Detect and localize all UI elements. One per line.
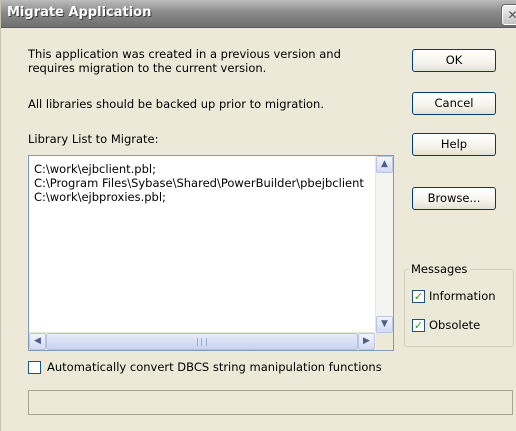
scroll-corner [376,333,393,350]
scroll-grip-icon [197,338,207,346]
intro-text-line-2: requires migration to the current versio… [28,61,267,75]
title-bar[interactable]: Migrate Application ✕ [1,0,516,28]
library-list-label: Library List to Migrate: [28,132,159,146]
ok-button[interactable]: OK [412,49,496,72]
scroll-down-icon[interactable]: ▼ [376,316,393,333]
messages-groupbox [404,269,514,347]
scroll-left-icon[interactable]: ◀ [29,333,46,350]
library-list[interactable]: C:\work\ejbclient.pbl; C:\Program Files\… [28,155,394,351]
intro-text-line-1: This application was created in a previo… [28,47,341,61]
help-button[interactable]: Help [412,133,496,156]
list-item[interactable]: C:\work\ejbproxies.pbl; [34,190,368,204]
vertical-scrollbar[interactable]: ▲ ▼ [375,156,393,333]
horizontal-scrollbar[interactable]: ◀ ▶ [29,332,376,350]
backup-notice: All libraries should be backed up prior … [28,97,325,111]
list-item[interactable]: C:\Program Files\Sybase\Shared\PowerBuil… [34,176,368,190]
scroll-right-icon[interactable]: ▶ [358,333,375,350]
list-item[interactable]: C:\work\ejbclient.pbl; [34,162,368,176]
close-icon[interactable]: ✕ [502,5,516,25]
obsolete-label[interactable]: Obsolete [429,318,480,332]
messages-group-label: Messages [408,262,471,276]
browse-button[interactable]: Browse... [412,187,496,210]
status-bar [28,390,513,415]
scroll-up-icon[interactable]: ▲ [376,156,393,173]
dbcs-checkbox[interactable] [28,361,41,374]
horizontal-scroll-thumb[interactable] [46,333,358,350]
migrate-application-dialog: Migrate Application ✕ This application w… [0,0,516,431]
obsolete-checkbox[interactable]: ✓ [412,319,425,332]
cancel-button[interactable]: Cancel [412,92,496,115]
dbcs-label[interactable]: Automatically convert DBCS string manipu… [47,360,382,374]
information-checkbox[interactable]: ✓ [412,290,425,303]
information-label[interactable]: Information [429,289,496,303]
window-title: Migrate Application [7,5,152,20]
